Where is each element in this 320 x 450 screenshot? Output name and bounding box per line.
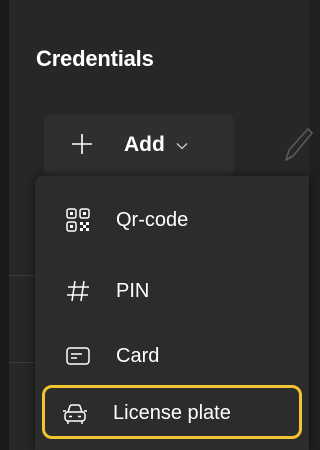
menu-item-label: License plate bbox=[113, 402, 231, 424]
menu-item-label: Card bbox=[116, 345, 160, 367]
plus-icon bbox=[72, 134, 92, 154]
edit-pencil-icon[interactable] bbox=[284, 126, 314, 164]
page-title: Credentials bbox=[36, 46, 154, 71]
app-left-edge bbox=[0, 0, 9, 450]
card-icon bbox=[66, 347, 90, 365]
qr-code-icon bbox=[66, 208, 90, 232]
menu-item-card[interactable]: Card bbox=[45, 331, 293, 381]
car-icon bbox=[63, 404, 87, 424]
chevron-down-icon bbox=[176, 143, 188, 150]
menu-item-pin[interactable]: PIN bbox=[45, 266, 293, 316]
add-button-label: Add bbox=[124, 133, 165, 156]
add-button[interactable]: Add bbox=[44, 115, 234, 176]
hash-icon bbox=[67, 280, 89, 302]
menu-item-qr-code[interactable]: Qr-code bbox=[45, 195, 293, 245]
menu-item-license-plate[interactable]: License plate bbox=[42, 385, 302, 439]
menu-item-label: PIN bbox=[116, 280, 150, 302]
add-dropdown-menu: Qr-code PIN Card License plate bbox=[35, 176, 309, 450]
menu-item-label: Qr-code bbox=[116, 209, 189, 231]
